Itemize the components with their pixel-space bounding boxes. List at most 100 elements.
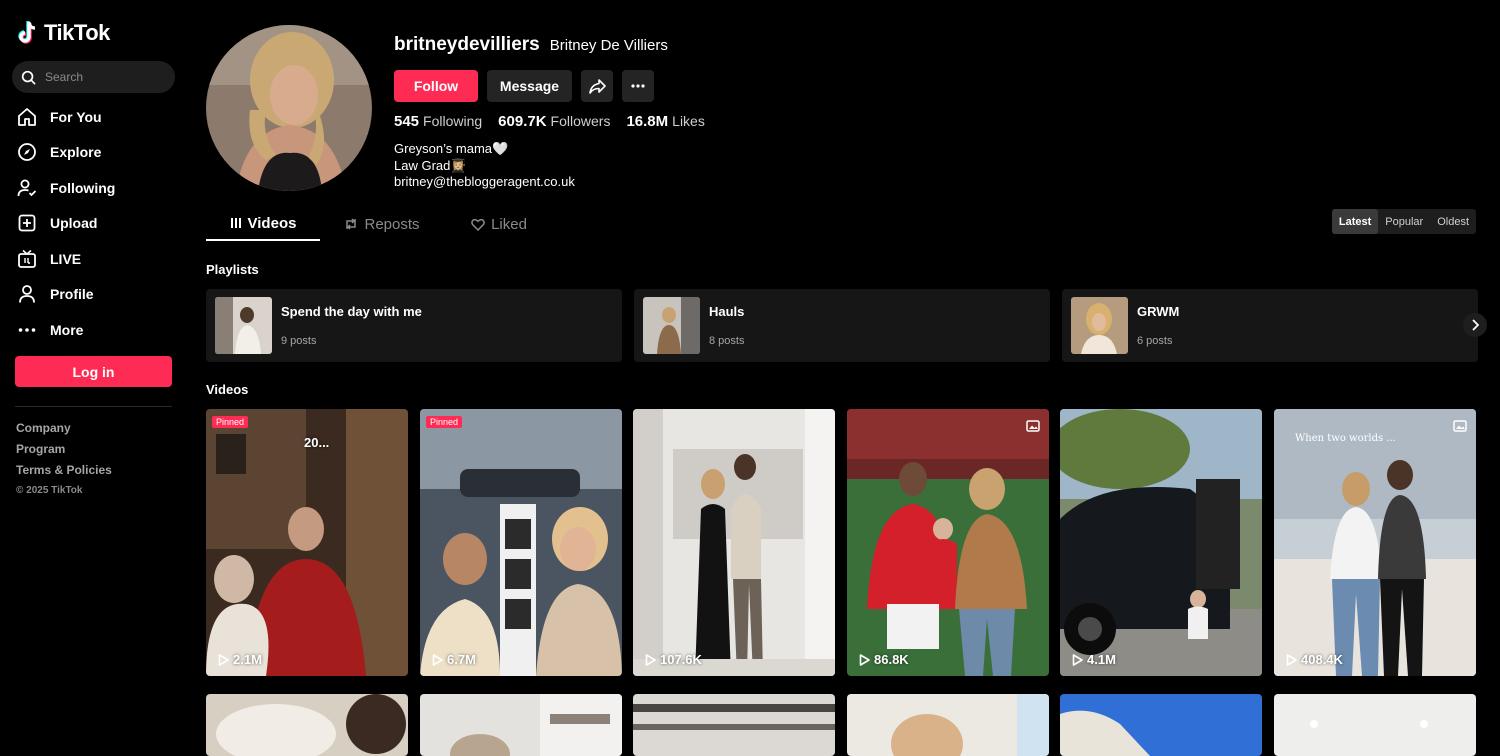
video-card[interactable]: Pinned 6.7M [420,409,622,676]
video-card[interactable] [1060,694,1262,756]
video-card[interactable]: When two worlds ... 408.4K [1274,409,1476,676]
video-card[interactable] [420,694,622,756]
stat-following[interactable]: 545 Following [394,113,482,130]
sidebar-nav: For You Explore Following Upload LIVE Pr… [16,99,115,348]
sort-latest-button[interactable]: Latest [1331,209,1379,234]
stat-value: 545 [394,113,420,130]
playlists-next-button[interactable] [1463,313,1487,337]
playlist-count: 8 posts [709,335,745,347]
share-button[interactable] [581,70,613,102]
sidebar-item-following[interactable]: Following [16,170,115,206]
sidebar-item-upload[interactable]: Upload [16,206,115,242]
playlist-name: GRWM [1137,304,1180,319]
display-name: Britney De Villiers [549,37,668,54]
stat-label: Followers [550,113,611,129]
sidebar: TikTok For You Explore [0,0,188,756]
video-card[interactable]: 4.1M [1060,409,1262,676]
upload-icon [16,212,38,234]
sidebar-item-label: Upload [50,215,98,232]
video-card[interactable] [206,694,408,756]
live-icon [16,248,38,270]
sort-toggle: Latest Popular Oldest [1331,209,1476,234]
more-horizontal-icon [631,84,645,88]
view-count: 2.1M [218,652,262,667]
bio-email[interactable]: britney@thebloggeragent.co.uk [394,174,705,191]
liked-icon [471,218,485,231]
stat-label: Following [423,113,483,129]
tab-label: Videos [247,214,297,232]
bio-line: Greyson’s mama🤍 [394,141,509,156]
playlist-card[interactable]: Spend the day with me 9 posts [206,289,622,362]
playlist-count: 6 posts [1137,335,1173,347]
search-icon [21,70,36,84]
more-options-button[interactable] [622,70,654,102]
sort-popular-button[interactable]: Popular [1378,209,1430,234]
username: britneydevilliers [394,34,540,55]
video-overlay-text: When two worlds ... [1295,433,1396,444]
playlist-count: 9 posts [281,335,317,347]
following-icon [16,177,38,199]
profile-icon [16,283,38,305]
profile-info: britneydevilliers Britney De Villiers Fo… [394,34,705,191]
tab-reposts[interactable]: Reposts [320,207,444,241]
video-card[interactable] [847,694,1049,756]
copyright: © 2025 TikTok [16,485,83,496]
tiktok-note-icon [18,21,36,44]
share-icon [588,78,606,94]
stat-label: Likes [672,113,705,129]
brand-name: TikTok [44,20,110,45]
profile-main: britneydevilliers Britney De Villiers Fo… [206,0,1487,756]
avatar[interactable] [206,25,372,191]
play-icon [859,653,870,666]
sidebar-item-for-you[interactable]: For You [16,99,115,135]
tab-label: Liked [491,215,527,233]
bio-line: Law Grad👩🏼‍🎓 [394,157,467,173]
video-card[interactable]: 86.8K [847,409,1049,676]
login-button[interactable]: Log in [15,356,172,387]
grid-icon [230,218,241,228]
playlist-card[interactable]: GRWM 6 posts [1062,289,1478,362]
follow-button[interactable]: Follow [394,70,478,102]
view-count-value: 86.8K [874,652,909,667]
video-card[interactable] [633,694,835,756]
sidebar-item-label: Explore [50,144,102,161]
pinned-badge: Pinned [212,416,249,428]
sidebar-item-profile[interactable]: Profile [16,277,115,313]
playlist-name: Spend the day with me [281,304,422,319]
view-count-value: 408.4K [1301,652,1343,667]
video-card[interactable] [1274,694,1476,756]
view-count-value: 6.7M [447,652,476,667]
view-count: 4.1M [1072,652,1116,667]
home-icon [16,106,38,128]
play-icon [1072,653,1083,666]
tiktok-logo[interactable]: TikTok [18,20,110,46]
playlist-card[interactable]: Hauls 8 posts [634,289,1050,362]
sidebar-item-live[interactable]: LIVE [16,241,115,277]
tab-videos[interactable]: Videos [206,207,320,241]
profile-stats: 545 Following 609.7K Followers 16.8M Likes [394,113,705,130]
bio: Greyson’s mama🤍 Law Grad👩🏼‍🎓 britney@the… [394,141,705,191]
tab-liked[interactable]: Liked [444,207,554,241]
stat-followers[interactable]: 609.7K Followers [498,113,610,130]
tab-label: Reposts [364,215,420,233]
video-card[interactable]: Pinned 20... 2.1M [206,409,408,676]
sidebar-item-explore[interactable]: Explore [16,135,115,171]
footer-link-program[interactable]: Program [16,442,112,463]
search-input[interactable] [45,70,155,84]
more-icon [16,319,38,341]
footer-link-company[interactable]: Company [16,421,112,442]
videos-heading: Videos [206,382,249,397]
playlist-thumbnail [215,297,272,354]
footer-links: Company Program Terms & Policies © 2025 … [16,421,112,496]
play-icon [432,653,443,666]
sort-oldest-button[interactable]: Oldest [1430,209,1476,234]
footer-link-terms[interactable]: Terms & Policies [16,463,112,484]
playlist-thumbnail [1071,297,1128,354]
video-card[interactable]: 107.6K [633,409,835,676]
message-button[interactable]: Message [487,70,572,102]
playlists-heading: Playlists [206,262,259,277]
video-overlay-text: 20... [304,435,330,450]
search-box[interactable] [12,61,175,93]
sidebar-item-label: Profile [50,286,94,303]
sidebar-item-more[interactable]: More [16,312,115,348]
